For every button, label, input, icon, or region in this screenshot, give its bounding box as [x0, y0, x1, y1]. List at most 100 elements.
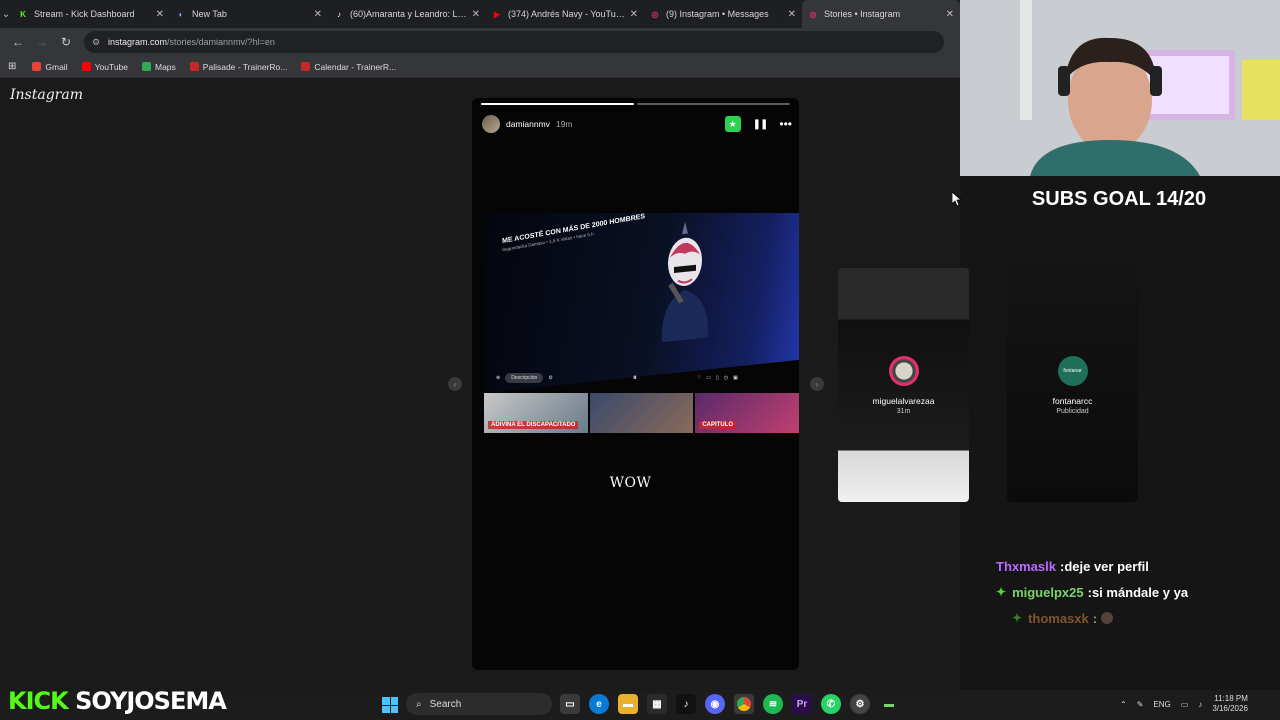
back-button[interactable]: ←	[6, 35, 30, 49]
browser-tab[interactable]: ▶ (374) Andrés Navy - YouTube ✕	[486, 0, 644, 28]
video-title: ME ACOSTÉ CON MÁS DE 2000 HOMBRES	[501, 213, 646, 246]
tab-favicon-icon: ▶	[493, 9, 501, 19]
settings-icon[interactable]: ⚙	[548, 375, 552, 381]
forward-button[interactable]: →	[30, 35, 54, 49]
video-thumbnail[interactable]: CAPITULO	[695, 393, 799, 433]
sponsored-story-card-visual[interactable]: fontanar fontanarcc Publicidad	[1007, 268, 1138, 502]
video-frame: ME ACOSTÉ CON MÁS DE 2000 HOMBRES Segund…	[484, 213, 799, 393]
browser-toolbar: ← → ↻ ⚙ instagram.com/stories/damiannmv/…	[0, 28, 960, 56]
close-tab-icon[interactable]: ✕	[472, 9, 480, 20]
gmail-icon	[32, 62, 42, 71]
youtube-icon	[81, 62, 91, 71]
comment-icon[interactable]: ▭	[706, 375, 711, 381]
bookmark-item[interactable]: Gmail	[32, 61, 68, 72]
thumbnail-title: ADIVINA EL DISCAPACITADO	[488, 421, 579, 429]
url-host: instagram.com	[108, 37, 168, 47]
browser-tab[interactable]: ♪ (60)Amaranta y Leandro: La Hi ✕	[328, 0, 486, 28]
video-thumbnail[interactable]	[589, 393, 694, 433]
close-tab-icon[interactable]: ✕	[156, 9, 164, 20]
reload-button[interactable]: ↻	[54, 35, 78, 49]
store-icon[interactable]: ▦	[647, 694, 667, 714]
tray-overflow-icon[interactable]: ⌃	[1120, 700, 1127, 709]
story-caption: WOW	[609, 475, 652, 491]
clock[interactable]: 11:18 PM 3/16/2026	[1212, 694, 1248, 714]
tab-search-chevron-icon[interactable]: ⌄	[0, 0, 12, 28]
apps-grid-icon[interactable]: ⊞	[8, 61, 16, 72]
bookmark-label: Maps	[155, 61, 176, 72]
save-icon[interactable]: ▯	[716, 375, 719, 381]
next-story-card-visual[interactable]: miguelalvarezaa 31m	[838, 268, 969, 502]
close-tab-icon[interactable]: ✕	[314, 9, 322, 20]
browser-tab[interactable]: ◐ New Tab ✕	[170, 0, 328, 28]
description-chip[interactable]: Descripción	[505, 373, 544, 383]
close-video-icon[interactable]: ⊗	[496, 375, 500, 381]
time: 11:18 PM	[1214, 694, 1248, 703]
more-options-icon[interactable]: •••	[779, 117, 792, 131]
chat-text: si mándale y ya	[1091, 584, 1189, 600]
browser-tab[interactable]: ◎ (9) Instagram • Messages ✕	[644, 0, 802, 28]
subscriber-badge-icon: ✦	[1012, 611, 1023, 625]
tab-favicon-icon: ♪	[337, 9, 341, 19]
site-info-icon[interactable]: ⚙	[92, 37, 102, 48]
browser-tab[interactable]: K Stream - Kick Dashboard ✕	[12, 0, 170, 28]
fullscreen-icon[interactable]: ▣	[733, 375, 738, 381]
next-story-arrow-icon[interactable]: ›	[810, 377, 824, 391]
tab-favicon-icon: ◎	[809, 9, 817, 19]
task-view-icon[interactable]: ▭	[560, 694, 580, 714]
story-username[interactable]: damiannmv	[506, 119, 550, 129]
browser-tab[interactable]: ◎ Stories • Instagram ✕	[802, 0, 960, 28]
taskbar-search[interactable]: ⌕ Search	[406, 693, 552, 715]
next-story-time: 31m	[896, 408, 911, 415]
stream-chat: Thxmaslk: deje ver perfil ✦ miguelpx25: si…	[996, 553, 1188, 631]
video-thumbnails: ADIVINA EL DISCAPACITADO CAPITULO	[484, 393, 799, 433]
tiktok-icon[interactable]: ♪	[676, 694, 696, 714]
bookmark-label: Gmail	[45, 61, 68, 72]
obs-icon[interactable]: ▬	[879, 694, 899, 714]
subs-goal: SUBS GOAL 14/20	[1031, 188, 1207, 210]
discord-icon[interactable]: ◉	[705, 694, 725, 714]
masked-person-illustration	[661, 221, 709, 343]
address-bar[interactable]: ⚙ instagram.com/stories/damiannmv/?hl=en	[84, 31, 944, 53]
pen-icon[interactable]: ✎	[1137, 700, 1144, 709]
video-pause-icon[interactable]: ⏸	[633, 373, 637, 383]
instagram-stories-page: Instagram ‹ › damiannmv 19m ★ ❚❚ ••• ME …	[0, 78, 1138, 690]
bookmark-item[interactable]: Maps	[142, 62, 176, 72]
spotify-icon[interactable]: ≋	[763, 694, 783, 714]
avatar[interactable]	[482, 115, 500, 133]
whatsapp-icon[interactable]: ✆	[821, 694, 841, 714]
chat-username: miguelpx25	[1012, 584, 1084, 600]
next-story-username: miguelalvarezaa	[872, 396, 935, 406]
bookmark-item[interactable]: Calendar - TrainerR...	[301, 62, 396, 72]
chat-username: thomasxk	[1028, 610, 1089, 626]
previous-story-arrow-icon[interactable]: ‹	[448, 377, 462, 391]
close-tab-icon[interactable]: ✕	[946, 9, 954, 20]
chrome-icon[interactable]	[734, 694, 754, 714]
pause-icon[interactable]: ❚❚	[753, 119, 769, 130]
volume-icon[interactable]: ♪	[1198, 700, 1202, 709]
close-tab-icon[interactable]: ✕	[788, 9, 796, 20]
start-windows-icon[interactable]	[382, 697, 398, 713]
avatar	[888, 356, 919, 386]
network-icon[interactable]: ▭	[1181, 700, 1189, 709]
video-thumbnail[interactable]: ADIVINA EL DISCAPACITADO	[484, 393, 588, 433]
premiere-icon[interactable]: Pr	[792, 694, 812, 714]
sponsored-username: fontanarcc	[1052, 396, 1093, 406]
video-controls: ⊗ Descripción ⚙ ⏸ ♡ ▭ ▯ ◷ ▣	[496, 371, 796, 385]
bookmark-item[interactable]: YouTube	[81, 62, 128, 72]
tab-favicon-icon: K	[20, 9, 26, 19]
story-viewer[interactable]: damiannmv 19m ★ ❚❚ ••• ME ACOSTÉ CON MÁS…	[472, 98, 799, 670]
edge-icon[interactable]: e	[589, 694, 609, 714]
kick-channel-brand: KICK SOYJOSEMA	[8, 687, 227, 715]
settings-icon[interactable]: ⚙	[850, 694, 870, 714]
streamer-webcam-image	[960, 0, 1280, 176]
close-tab-icon[interactable]: ✕	[630, 9, 638, 20]
language-indicator[interactable]: ENG	[1153, 700, 1170, 709]
instagram-logo[interactable]: Instagram	[10, 87, 83, 103]
bookmark-item[interactable]: Palisade - TrainerRo...	[189, 62, 287, 72]
share-icon[interactable]: ◷	[724, 375, 728, 381]
chat-message: ✦ miguelpx25: si mándale y ya	[996, 579, 1188, 605]
like-icon[interactable]: ♡	[697, 375, 701, 381]
file-explorer-icon[interactable]: ▬	[618, 694, 638, 714]
close-friends-star-icon: ★	[724, 116, 741, 132]
progress-fill	[481, 103, 634, 105]
